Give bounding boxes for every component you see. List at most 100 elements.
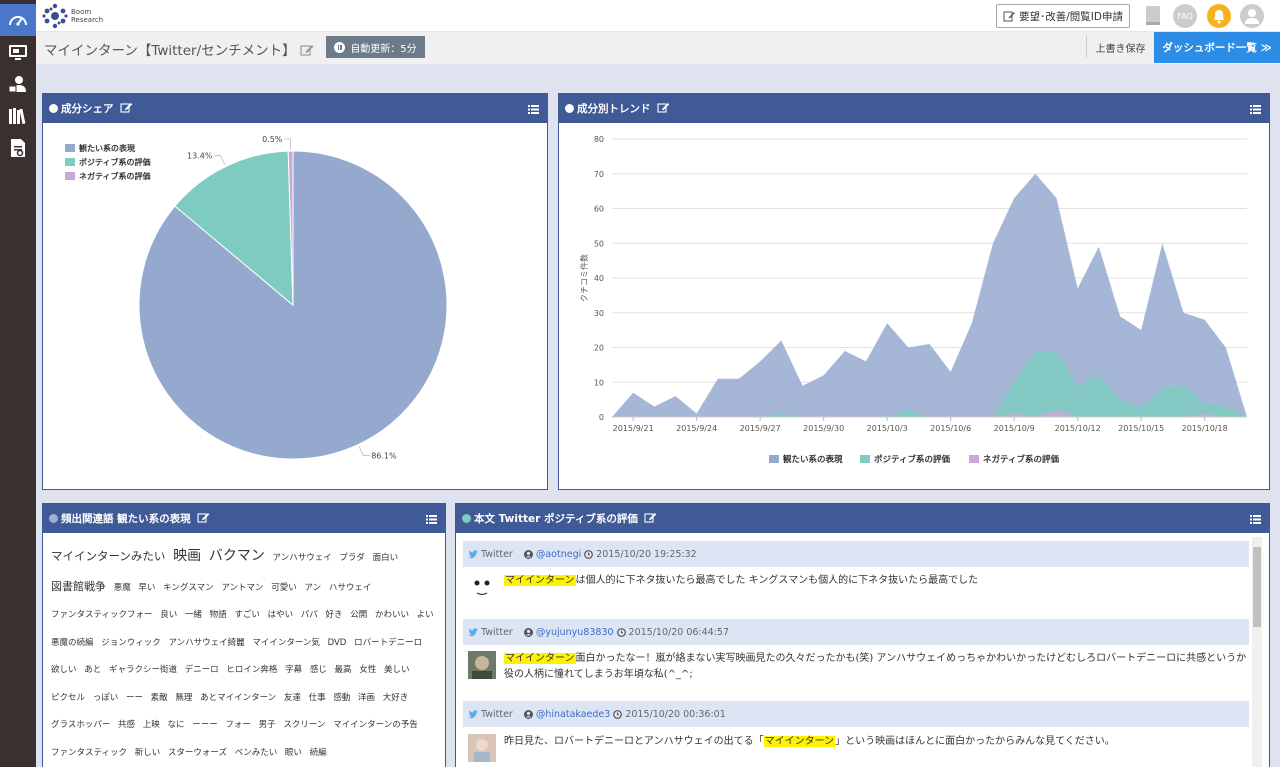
panel-edit-icon[interactable]: [644, 511, 657, 526]
cloud-word[interactable]: 友達: [284, 693, 301, 703]
save-button[interactable]: 上書き保存: [1086, 36, 1154, 58]
library-icon[interactable]: [0, 100, 36, 132]
cloud-word[interactable]: すごい: [234, 610, 260, 620]
cloud-word[interactable]: 無理: [175, 693, 192, 703]
title-edit-icon[interactable]: [300, 41, 314, 60]
cloud-word[interactable]: 上映: [143, 720, 160, 730]
cloud-word[interactable]: っぽい: [93, 693, 119, 703]
cloud-word[interactable]: フォー: [225, 720, 251, 730]
report-icon[interactable]: [0, 132, 36, 164]
account-icon[interactable]: [1240, 4, 1264, 28]
cloud-word[interactable]: はやい: [268, 610, 294, 620]
cloud-word[interactable]: よい: [417, 610, 434, 620]
cloud-word[interactable]: 字幕: [285, 665, 302, 675]
cloud-word[interactable]: 良い: [160, 610, 177, 620]
cloud-word[interactable]: 素敵: [151, 693, 168, 703]
monitor-icon[interactable]: [0, 36, 36, 68]
cloud-word[interactable]: あと: [84, 665, 101, 675]
panel-menu-icon[interactable]: [426, 515, 437, 527]
cloud-word[interactable]: スクリーン: [283, 720, 325, 730]
cloud-word[interactable]: アントマン: [221, 583, 263, 593]
cloud-word[interactable]: ピクセル: [51, 693, 85, 703]
cloud-word[interactable]: ギャラクシー街道: [109, 665, 177, 675]
app-logo[interactable]: Boom Research: [42, 3, 103, 29]
faq-icon[interactable]: FAQ: [1173, 4, 1197, 28]
request-button[interactable]: 要望･改善/閲覧ID申請: [996, 4, 1130, 28]
cloud-word[interactable]: ーー: [126, 693, 143, 703]
panel-edit-icon[interactable]: [656, 101, 670, 116]
tweet-scrollbar[interactable]: [1252, 537, 1262, 767]
cloud-word[interactable]: 新しい: [135, 748, 161, 758]
cloud-word[interactable]: 女性: [359, 665, 376, 675]
cloud-word[interactable]: ーーー: [192, 720, 218, 730]
cloud-word[interactable]: 仕事: [309, 693, 326, 703]
cloud-word[interactable]: 最高: [335, 665, 352, 675]
book-icon[interactable]: [1141, 4, 1165, 28]
dashboard-list-button[interactable]: ダッシュボード一覧 ≫: [1154, 32, 1280, 63]
cloud-word[interactable]: 映画: [173, 548, 201, 564]
tweet-account[interactable]: @aotnegi: [536, 549, 581, 560]
cloud-word[interactable]: パパ: [301, 610, 318, 620]
panel-menu-icon[interactable]: [1250, 515, 1261, 527]
cloud-word[interactable]: 悪魔: [114, 583, 131, 593]
cloud-word[interactable]: アンハサウェイ: [273, 553, 332, 563]
cloud-word[interactable]: 好き: [326, 610, 343, 620]
panel-menu-icon[interactable]: [528, 105, 539, 117]
cloud-word[interactable]: 眼い: [285, 748, 302, 758]
cloud-word[interactable]: あとマイインターン: [200, 693, 276, 703]
cloud-word[interactable]: アンハサウェイ綺麗: [168, 638, 244, 648]
cloud-word[interactable]: プラダ: [339, 553, 365, 563]
cloud-word[interactable]: 男子: [259, 720, 276, 730]
cloud-word[interactable]: 可愛い: [271, 583, 297, 593]
cloud-word[interactable]: 早い: [138, 583, 155, 593]
cloud-word[interactable]: 洋画: [358, 693, 375, 703]
user-icon[interactable]: [0, 68, 36, 100]
tweet-avatar[interactable]: [468, 734, 496, 762]
cloud-word[interactable]: マイインターンみたい: [51, 549, 165, 563]
cloud-word[interactable]: グラスホッパー: [51, 720, 110, 730]
cloud-word[interactable]: 一緒: [185, 610, 202, 620]
bell-icon[interactable]: [1207, 4, 1231, 28]
tweet-account[interactable]: @hinatakaede3: [536, 709, 610, 720]
panel-menu-icon[interactable]: [1250, 105, 1261, 117]
cloud-word[interactable]: 感じ: [310, 665, 327, 675]
tweet-avatar[interactable]: [468, 573, 496, 601]
cloud-word[interactable]: キングスマン: [163, 583, 214, 593]
cloud-word[interactable]: 感動: [333, 693, 350, 703]
cloud-word[interactable]: デニーロ: [185, 665, 219, 675]
cloud-word[interactable]: ファンタスティックフォー: [51, 610, 153, 620]
panel-edit-icon[interactable]: [119, 101, 133, 116]
dashboard-icon[interactable]: [0, 4, 36, 36]
cloud-word[interactable]: スターウォーズ: [168, 748, 227, 758]
words-panel-header: 頻出関連語 観たい系の表現: [43, 504, 445, 533]
auto-update-badge[interactable]: 自動更新：5分: [326, 36, 425, 58]
cloud-word[interactable]: マイインターンの予告: [333, 720, 418, 730]
cloud-word[interactable]: 公開: [350, 610, 367, 620]
cloud-word[interactable]: 図書館戦争: [51, 580, 106, 593]
cloud-word[interactable]: なに: [167, 720, 184, 730]
cloud-word[interactable]: ロバートデニーロ: [354, 638, 422, 648]
cloud-word[interactable]: ベンみたい: [235, 748, 278, 758]
cloud-word[interactable]: 欲しい: [51, 665, 77, 675]
tweet-list[interactable]: Twitter @aotnegi 2015/10/20 19:25:32 マイインター…: [456, 533, 1264, 767]
cloud-word[interactable]: かわいい: [375, 610, 409, 620]
cloud-word[interactable]: アン: [304, 583, 321, 593]
cloud-word[interactable]: DVD: [328, 638, 347, 648]
scroll-thumb[interactable]: [1253, 547, 1261, 627]
tweet-account[interactable]: @yujunyu83830: [536, 627, 614, 638]
cloud-word[interactable]: ジョンウィック: [101, 638, 161, 648]
cloud-word[interactable]: 美しい: [384, 665, 410, 675]
cloud-word[interactable]: 続編: [310, 748, 327, 758]
cloud-word[interactable]: ハサウェイ: [329, 583, 372, 593]
tweet-avatar[interactable]: [468, 651, 496, 679]
cloud-word[interactable]: ファンタスティック: [51, 748, 127, 758]
cloud-word[interactable]: マイインターン気: [252, 638, 320, 648]
cloud-word[interactable]: 物語: [210, 610, 227, 620]
cloud-word[interactable]: 面白い: [373, 553, 399, 563]
cloud-word[interactable]: ヒロイン奔格: [226, 665, 277, 675]
cloud-word[interactable]: 悪魔の続編: [51, 638, 94, 648]
cloud-word[interactable]: 共感: [118, 720, 135, 730]
cloud-word[interactable]: バクマン: [209, 548, 265, 564]
cloud-word[interactable]: 大好き: [383, 693, 409, 703]
panel-edit-icon[interactable]: [197, 511, 210, 526]
